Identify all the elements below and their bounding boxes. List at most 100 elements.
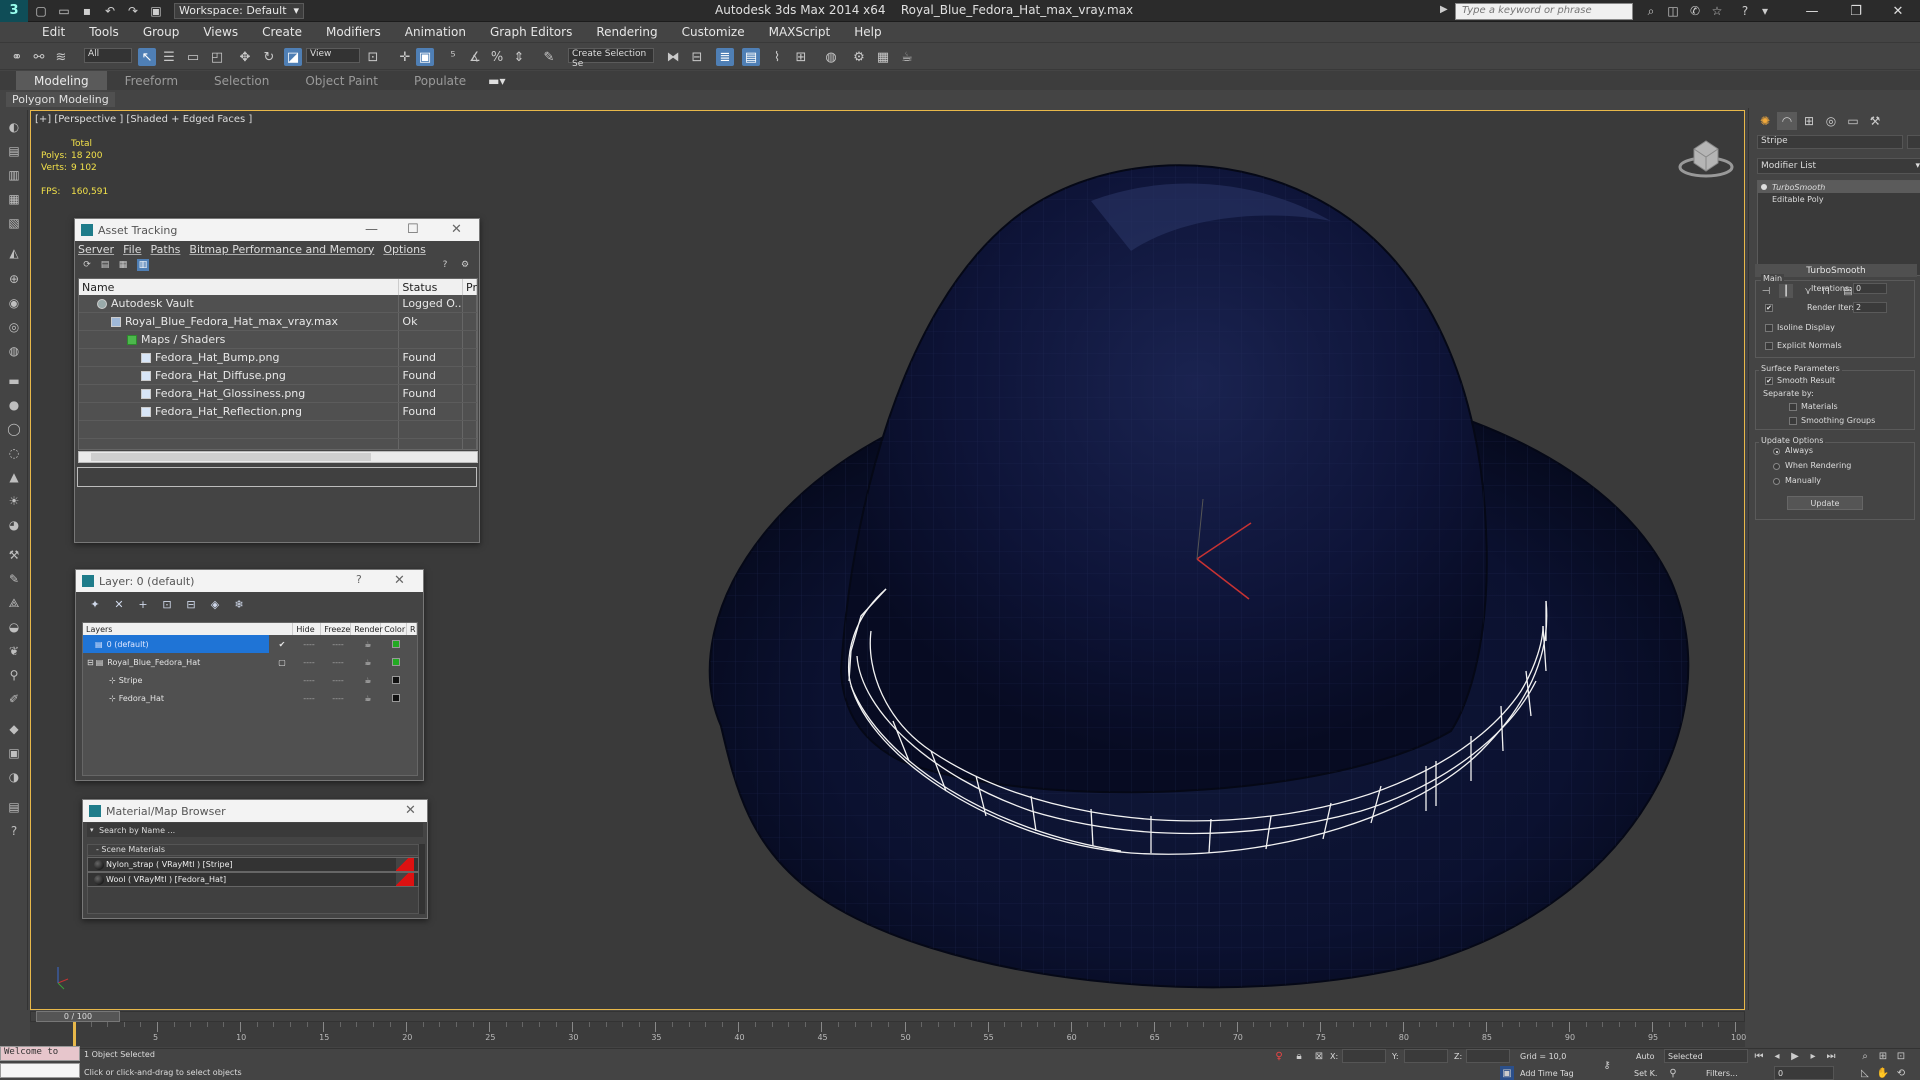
torus-icon[interactable]: ◌: [5, 444, 23, 462]
menu-create[interactable]: Create: [262, 25, 302, 39]
make-current-box[interactable]: ▢: [269, 653, 295, 671]
freeze-toggle[interactable]: ----: [323, 653, 353, 671]
render-iters-checkbox[interactable]: ✔: [1765, 304, 1773, 312]
object-row[interactable]: ⊹ Fedora_Hat ---- ---- ☕: [83, 689, 417, 707]
go-to-end-icon[interactable]: ⏭: [1824, 1049, 1838, 1063]
layer-manager-titlebar[interactable]: Layer: 0 (default) ? ✕: [76, 570, 423, 592]
add-time-tag[interactable]: Add Time Tag: [1520, 1069, 1574, 1078]
field-of-view-icon[interactable]: ◺: [1858, 1066, 1872, 1080]
sun-icon[interactable]: ☀: [5, 492, 23, 510]
motion-panel-icon[interactable]: ◎: [1821, 112, 1841, 130]
subscription-icon[interactable]: ◫: [1664, 3, 1682, 19]
edit-icon[interactable]: ▤: [5, 142, 23, 160]
col-hide[interactable]: Hide: [293, 623, 322, 635]
tab-selection[interactable]: Selection: [196, 71, 287, 90]
key-filters-button[interactable]: Filters...: [1706, 1069, 1738, 1078]
time-slider-track[interactable]: [30, 1011, 1745, 1022]
visibility-icon[interactable]: ◉: [5, 294, 23, 312]
globe-icon[interactable]: ◒: [5, 618, 23, 636]
leaf-icon[interactable]: ❦: [5, 642, 23, 660]
current-frame-field[interactable]: 0: [1774, 1066, 1834, 1080]
at-menu-options[interactable]: Options: [383, 243, 425, 256]
brush-icon[interactable]: ✐: [5, 690, 23, 708]
hierarchy-panel-icon[interactable]: ⊞: [1799, 112, 1819, 130]
favorites-star-icon[interactable]: ☆: [1708, 3, 1726, 19]
modifier-bulb-icon[interactable]: [1761, 184, 1767, 190]
set-key-button[interactable]: Set K.: [1634, 1069, 1657, 1078]
graphite-ribbon-icon[interactable]: ▤: [742, 48, 760, 66]
render-production-icon[interactable]: ☕: [898, 48, 916, 66]
menu-group[interactable]: Group: [143, 25, 180, 39]
hide-toggle[interactable]: ----: [295, 671, 323, 689]
collapse-icon[interactable]: ⊟: [87, 658, 94, 667]
table-row[interactable]: Royal_Blue_Fedora_Hat_max_vray.max Ok: [79, 313, 477, 331]
smooth-result-checkbox[interactable]: ✔: [1765, 377, 1773, 385]
maximize-icon[interactable]: ☐: [407, 222, 419, 237]
table-row[interactable]: Maps / Shaders: [79, 331, 477, 349]
stack-item-turbosmooth[interactable]: TurboSmooth: [1758, 181, 1920, 193]
scrollbar-thumb[interactable]: [91, 453, 371, 461]
render-setup-icon[interactable]: ⚙: [850, 48, 868, 66]
minimize-icon[interactable]: —: [1790, 0, 1834, 22]
auto-key-button[interactable]: Auto: [1636, 1052, 1655, 1061]
reference-coordinate-dropdown[interactable]: View: [306, 48, 360, 63]
z-coordinate-field[interactable]: [1466, 1049, 1510, 1063]
go-to-start-icon[interactable]: ⏮: [1752, 1049, 1766, 1063]
smoothing-groups-checkbox[interactable]: [1789, 417, 1797, 425]
current-layer-check-icon[interactable]: ✔: [269, 635, 295, 653]
freeze-all-icon[interactable]: ❄: [232, 597, 246, 611]
spinner-snap-icon[interactable]: ⇕: [510, 48, 528, 66]
close-icon[interactable]: ✕: [451, 222, 462, 237]
at-menu-file[interactable]: File: [123, 243, 141, 256]
isolate-selection-icon[interactable]: ♀: [1272, 1049, 1286, 1063]
modify-mode-icon[interactable]: ◐: [5, 118, 23, 136]
object-row[interactable]: ⊹ Stripe ---- ---- ☕: [83, 671, 417, 689]
tab-object-paint[interactable]: Object Paint: [287, 71, 396, 90]
table-row[interactable]: Fedora_Hat_Bump.png Found: [79, 349, 477, 367]
settings-icon[interactable]: ▤: [5, 798, 23, 816]
align-icon[interactable]: ⊟: [688, 48, 706, 66]
help-icon[interactable]: ?: [356, 573, 362, 586]
layer-color-swatch[interactable]: [392, 658, 400, 666]
cylinder-icon[interactable]: ◯: [5, 420, 23, 438]
close-icon[interactable]: ✕: [394, 573, 405, 588]
binoculars-icon[interactable]: ⌕: [1642, 3, 1660, 19]
minimize-icon[interactable]: —: [365, 222, 378, 237]
box-icon[interactable]: ▬: [5, 372, 23, 390]
curve-editor-icon[interactable]: ⌇: [768, 48, 786, 66]
geometry-icon[interactable]: ▥: [5, 166, 23, 184]
maxscript-listener-input[interactable]: Welcome to: [0, 1046, 80, 1061]
menu-graph-editors[interactable]: Graph Editors: [490, 25, 572, 39]
camera-icon[interactable]: ▣: [5, 744, 23, 762]
asset-tracking-titlebar[interactable]: Asset Tracking — ☐ ✕: [75, 219, 479, 241]
search-arrow-icon[interactable]: ▶: [1440, 4, 1448, 15]
col-layers[interactable]: Layers: [83, 623, 294, 635]
menu-customize[interactable]: Customize: [682, 25, 745, 39]
freeze-toggle[interactable]: ----: [323, 635, 353, 653]
menu-help[interactable]: Help: [854, 25, 881, 39]
paint-icon[interactable]: ✎: [5, 570, 23, 588]
schematic-view-icon[interactable]: ⊞: [792, 48, 810, 66]
freeze-toggle[interactable]: ----: [323, 689, 353, 707]
help-dropdown-icon[interactable]: ▾: [1756, 3, 1774, 19]
highlight-selected-icon[interactable]: ⊟: [184, 597, 198, 611]
tab-modeling[interactable]: Modeling: [16, 71, 107, 90]
wrench-icon[interactable]: ⚲: [5, 666, 23, 684]
freeze-toggle[interactable]: ----: [323, 671, 353, 689]
question-icon[interactable]: ?: [5, 822, 23, 840]
col-proxy[interactable]: Pr: [463, 279, 477, 295]
col-name[interactable]: Name: [79, 279, 400, 295]
align-strip-icon[interactable]: ◎: [5, 318, 23, 336]
asset-path-input[interactable]: [77, 467, 477, 487]
table-row[interactable]: Fedora_Hat_Glossiness.png Found: [79, 385, 477, 403]
table-row[interactable]: Autodesk Vault Logged O...: [79, 295, 477, 313]
zoom-icon[interactable]: ⌕: [1858, 1049, 1872, 1063]
layer-manager-icon[interactable]: ≣: [716, 48, 734, 66]
render-teapot-icon[interactable]: ☕: [353, 671, 383, 689]
material-search-input[interactable]: Search by Name ...: [87, 823, 423, 837]
loops-icon[interactable]: ▧: [5, 214, 23, 232]
display-panel-icon[interactable]: ▭: [1843, 112, 1863, 130]
close-icon[interactable]: ✕: [1876, 0, 1920, 22]
polygons-icon[interactable]: ▦: [5, 190, 23, 208]
absolute-mode-icon[interactable]: ⊠: [1312, 1049, 1326, 1063]
